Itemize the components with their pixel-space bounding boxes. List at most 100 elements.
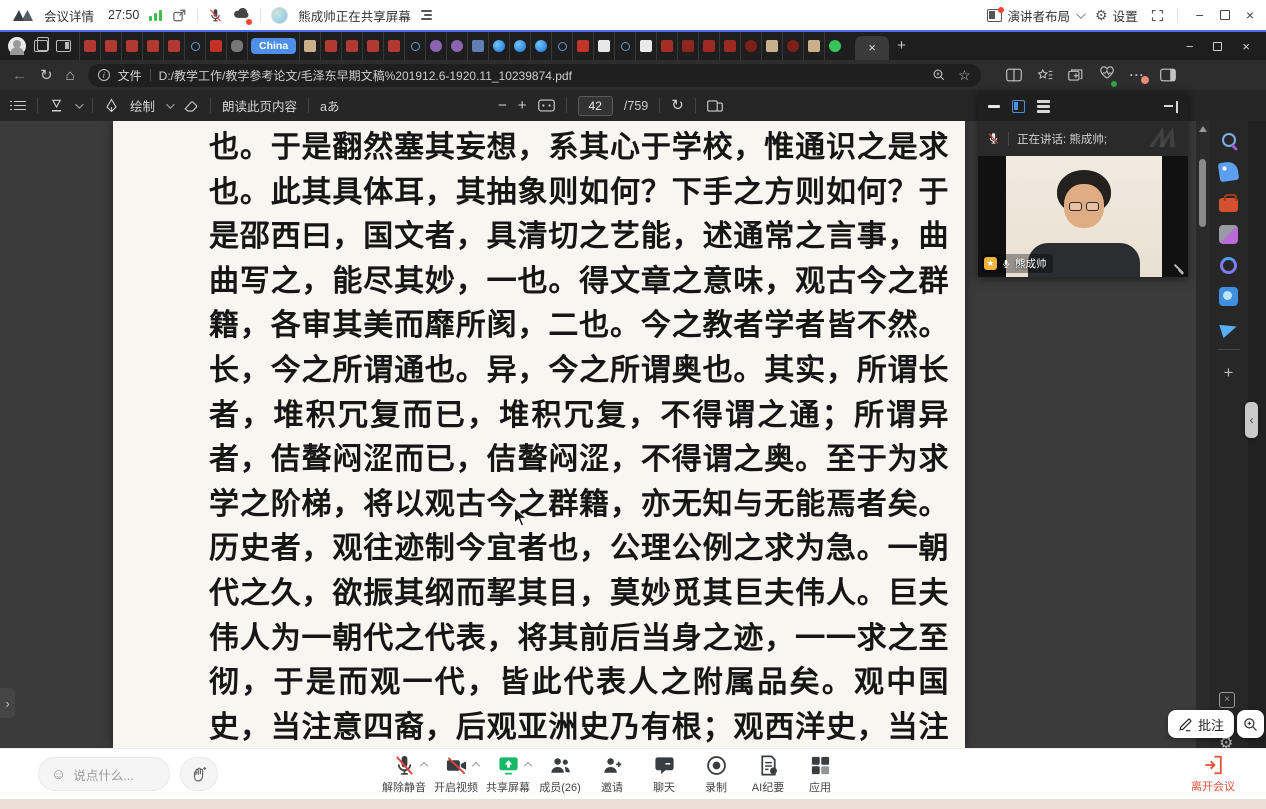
browser-tab[interactable] [719, 32, 740, 60]
browser-tab[interactable] [824, 32, 845, 60]
text-size-tool[interactable]: aあ [320, 96, 339, 115]
browser-tab[interactable] [593, 32, 614, 60]
address-bar[interactable]: i 文件 D:/教学工作/教学参考论文/毛泽东早期文稿%201912.6-192… [88, 64, 981, 87]
emoji-icon[interactable] [51, 767, 66, 782]
fit-to-width-icon[interactable] [538, 99, 555, 112]
meeting-details-link[interactable]: 会议详情 [44, 6, 94, 25]
toolbar-button[interactable]: 邀请 [588, 754, 636, 795]
sidebar-add-icon[interactable]: + [1224, 363, 1234, 382]
browser-tab[interactable] [121, 32, 142, 60]
browser-tab[interactable] [362, 32, 383, 60]
participant-panel[interactable]: 正在讲话: 熊成帅; ★ 熊成帅 [978, 92, 1188, 277]
browser-tab[interactable] [635, 32, 656, 60]
eraser-icon[interactable] [183, 99, 199, 113]
toolbar-button[interactable]: 录制 [692, 754, 740, 795]
url-text[interactable]: D:/教学工作/教学参考论文/毛泽东早期文稿%201912.6-1920.11_… [159, 67, 924, 84]
sidebar-shopping-icon[interactable] [1218, 161, 1239, 182]
raise-hand-button[interactable] [180, 757, 218, 791]
leave-meeting-button[interactable]: 离开会议 [1181, 754, 1245, 794]
browser-tab[interactable] [341, 32, 362, 60]
toolbar-button[interactable]: 聊天 [640, 754, 688, 795]
tab-search-icon[interactable] [56, 40, 71, 52]
refresh-button[interactable] [40, 68, 53, 83]
toolbar-button[interactable]: 解除静音 [380, 754, 428, 795]
quick-chat-input[interactable]: 说点什么... [38, 757, 170, 791]
sidebar-games-icon[interactable] [1219, 225, 1238, 244]
browser-maximize-button[interactable] [1213, 42, 1222, 51]
browser-profile-avatar[interactable] [8, 37, 26, 55]
tab-group-label[interactable]: China [251, 38, 296, 54]
tab-close-icon[interactable] [868, 39, 876, 57]
browser-tab[interactable] [100, 32, 121, 60]
panel-minimize-icon[interactable] [988, 105, 1000, 108]
browser-tab[interactable]: China [247, 32, 299, 60]
cloud-record-icon[interactable] [233, 6, 250, 24]
panel-dock-right-icon[interactable] [1164, 101, 1178, 113]
scroll-thumb[interactable] [1199, 159, 1206, 227]
browser-tab[interactable] [572, 32, 593, 60]
browser-tab[interactable] [404, 32, 425, 60]
browser-minimize-button[interactable] [1186, 39, 1194, 54]
browser-tab[interactable] [163, 32, 184, 60]
toolbar-button[interactable]: 开启视频 [432, 754, 480, 795]
browser-tab[interactable] [782, 32, 803, 60]
browser-tab[interactable] [488, 32, 509, 60]
annotate-button[interactable]: 批注 [1168, 710, 1234, 738]
browser-tab[interactable] [677, 32, 698, 60]
draw-dropdown-icon[interactable] [166, 100, 174, 108]
browser-tab[interactable] [79, 32, 100, 60]
browser-tab[interactable] [761, 32, 782, 60]
left-panel-expander[interactable] [0, 688, 15, 718]
browser-tab[interactable] [656, 32, 677, 60]
panel-list-view-icon[interactable] [1037, 100, 1050, 113]
browser-tab[interactable] [142, 32, 163, 60]
draw-pen-icon[interactable] [104, 98, 119, 113]
close-button[interactable] [1246, 7, 1254, 23]
browser-essentials-button[interactable] [1099, 66, 1115, 85]
sidebar-search-icon[interactable] [1222, 133, 1236, 147]
browser-tab[interactable] [205, 32, 226, 60]
toolbar-button[interactable]: 共享屏幕 [484, 754, 532, 795]
draw-label[interactable]: 绘制 [130, 96, 155, 115]
fullscreen-icon[interactable] [1150, 8, 1165, 23]
zoom-out-button[interactable] [498, 98, 507, 113]
rotate-page-icon[interactable] [671, 98, 684, 113]
highlighter-icon[interactable] [49, 98, 64, 113]
mic-muted-status-icon[interactable] [208, 8, 223, 23]
document-outline-icon[interactable] [14, 101, 26, 111]
browser-menu-button[interactable] [1130, 69, 1145, 81]
browser-tab[interactable] [614, 32, 635, 60]
browser-tab[interactable] [698, 32, 719, 60]
zoom-page-icon[interactable] [932, 68, 946, 82]
pdf-scrollbar[interactable] [1196, 121, 1209, 748]
layout-button[interactable]: 演讲者布局 [987, 6, 1084, 25]
browser-close-button[interactable] [1242, 39, 1250, 54]
zoom-in-button[interactable] [518, 98, 527, 113]
browser-tab[interactable] [740, 32, 761, 60]
collections-icon[interactable] [1037, 68, 1053, 82]
new-tab-button[interactable] [897, 37, 906, 55]
browser-tab[interactable] [383, 32, 404, 60]
active-tab[interactable] [855, 36, 889, 60]
share-external-icon[interactable] [172, 8, 187, 23]
sidebar-tools-icon[interactable] [1219, 198, 1238, 212]
magnifier-zoom-button[interactable] [1237, 710, 1264, 738]
home-button[interactable] [66, 68, 75, 83]
browser-tab[interactable] [184, 32, 205, 60]
participant-video-tile[interactable]: ★ 熊成帅 [978, 156, 1188, 277]
highlighter-dropdown-icon[interactable] [75, 100, 83, 108]
favorite-star-icon[interactable] [958, 68, 971, 82]
minimize-button[interactable] [1196, 7, 1204, 23]
sidebar-collapse-handle[interactable] [1245, 402, 1258, 438]
page-view-icon[interactable] [707, 99, 723, 113]
panel-resize-handle[interactable] [1174, 263, 1185, 274]
back-button[interactable] [12, 68, 27, 83]
browser-tab[interactable] [509, 32, 530, 60]
read-aloud-button[interactable]: 朗读此页内容 [222, 96, 297, 115]
browser-tab[interactable] [446, 32, 467, 60]
browser-tab[interactable] [467, 32, 488, 60]
scroll-up-arrow[interactable] [1199, 126, 1207, 132]
add-tab-collection-icon[interactable] [1068, 68, 1084, 82]
toolbar-button[interactable]: 成员(26) [536, 754, 584, 795]
settings-button[interactable]: 设置 [1095, 6, 1138, 25]
